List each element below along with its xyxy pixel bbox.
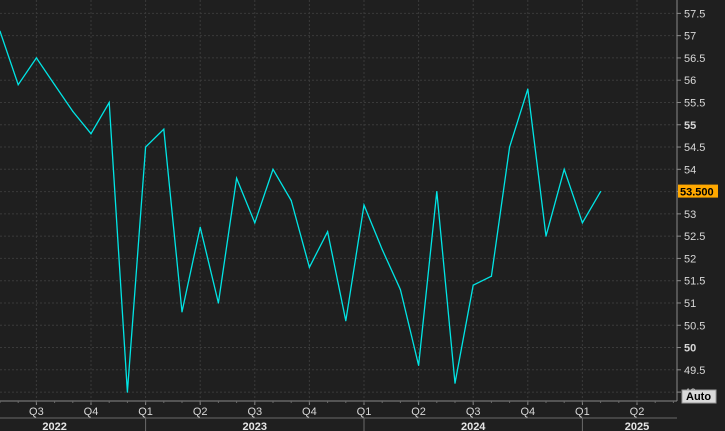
- data-point[interactable]: [236, 177, 238, 179]
- data-point[interactable]: [490, 275, 492, 277]
- y-tick-label: 51: [684, 298, 696, 310]
- y-tick-label: 55: [684, 120, 696, 132]
- data-point[interactable]: [126, 391, 128, 393]
- x-tick-label: Q2: [411, 406, 426, 418]
- x-tick-label: Q3: [29, 406, 44, 418]
- data-point[interactable]: [436, 190, 438, 193]
- y-tick-label: 51.5: [684, 276, 705, 288]
- data-point[interactable]: [272, 168, 274, 170]
- data-point[interactable]: [381, 248, 383, 251]
- data-point[interactable]: [17, 84, 19, 86]
- line-chart-svg: 4949.55050.55151.55252.55353.55454.55555…: [0, 0, 725, 431]
- data-point[interactable]: [418, 364, 420, 366]
- data-point[interactable]: [72, 110, 74, 112]
- y-tick-label: 50.5: [684, 320, 705, 332]
- data-point[interactable]: [472, 284, 474, 286]
- x-tick-label: Q1: [575, 406, 590, 418]
- data-point[interactable]: [181, 311, 183, 313]
- data-point[interactable]: [509, 146, 511, 148]
- data-point[interactable]: [90, 133, 92, 135]
- year-label: 2023: [243, 421, 267, 431]
- data-point[interactable]: [108, 101, 110, 104]
- y-tick-label: 57: [684, 31, 696, 43]
- y-tick-label: 49.5: [684, 365, 705, 377]
- x-tick-label: Q4: [520, 406, 535, 418]
- auto-scale-label[interactable]: Auto: [686, 391, 711, 403]
- y-tick-label: 56.5: [684, 53, 705, 65]
- x-tick-label: Q1: [138, 406, 153, 418]
- data-point[interactable]: [163, 128, 165, 130]
- data-point[interactable]: [600, 190, 602, 193]
- data-point[interactable]: [545, 235, 547, 237]
- x-tick-label: Q2: [193, 406, 208, 418]
- x-tick-label: Q3: [247, 406, 262, 418]
- year-label: 2025: [625, 421, 649, 431]
- x-tick-label: Q1: [357, 406, 372, 418]
- data-point[interactable]: [581, 222, 584, 224]
- x-tick-label: Q2: [630, 406, 645, 418]
- data-point[interactable]: [217, 302, 219, 304]
- data-point[interactable]: [327, 231, 329, 233]
- last-value-label: 53.500: [680, 187, 714, 199]
- x-tick-label: Q4: [84, 406, 99, 418]
- data-point[interactable]: [145, 146, 147, 148]
- y-tick-label: 53: [684, 209, 696, 221]
- x-tick-label: Q4: [302, 406, 317, 418]
- x-tick-label: Q3: [466, 406, 481, 418]
- last-value-badge: 53.500: [678, 184, 718, 199]
- year-label: 2024: [461, 421, 486, 431]
- data-point[interactable]: [254, 222, 256, 224]
- y-tick-label: 54: [684, 164, 696, 176]
- y-tick-label: 52.5: [684, 231, 705, 243]
- data-point[interactable]: [363, 204, 365, 206]
- year-label: 2022: [42, 421, 66, 431]
- data-point[interactable]: [399, 289, 401, 291]
- data-point[interactable]: [308, 266, 310, 268]
- y-tick-label: 57.5: [684, 8, 705, 20]
- y-tick-label: 56: [684, 75, 696, 87]
- y-tick-label: 54.5: [684, 142, 705, 154]
- chart: 4949.55050.55151.55252.55353.55454.55555…: [0, 0, 725, 431]
- data-point[interactable]: [454, 382, 456, 384]
- auto-scale-button[interactable]: Auto: [681, 389, 717, 404]
- data-point[interactable]: [35, 57, 38, 59]
- data-point[interactable]: [345, 320, 347, 322]
- data-point[interactable]: [527, 88, 529, 90]
- data-point[interactable]: [199, 226, 201, 228]
- data-point[interactable]: [290, 199, 292, 202]
- data-point[interactable]: [563, 168, 565, 170]
- y-tick-label: 55.5: [684, 97, 705, 109]
- data-point[interactable]: [54, 84, 56, 86]
- y-tick-label: 52: [684, 253, 696, 265]
- y-tick-label: 50: [684, 343, 696, 355]
